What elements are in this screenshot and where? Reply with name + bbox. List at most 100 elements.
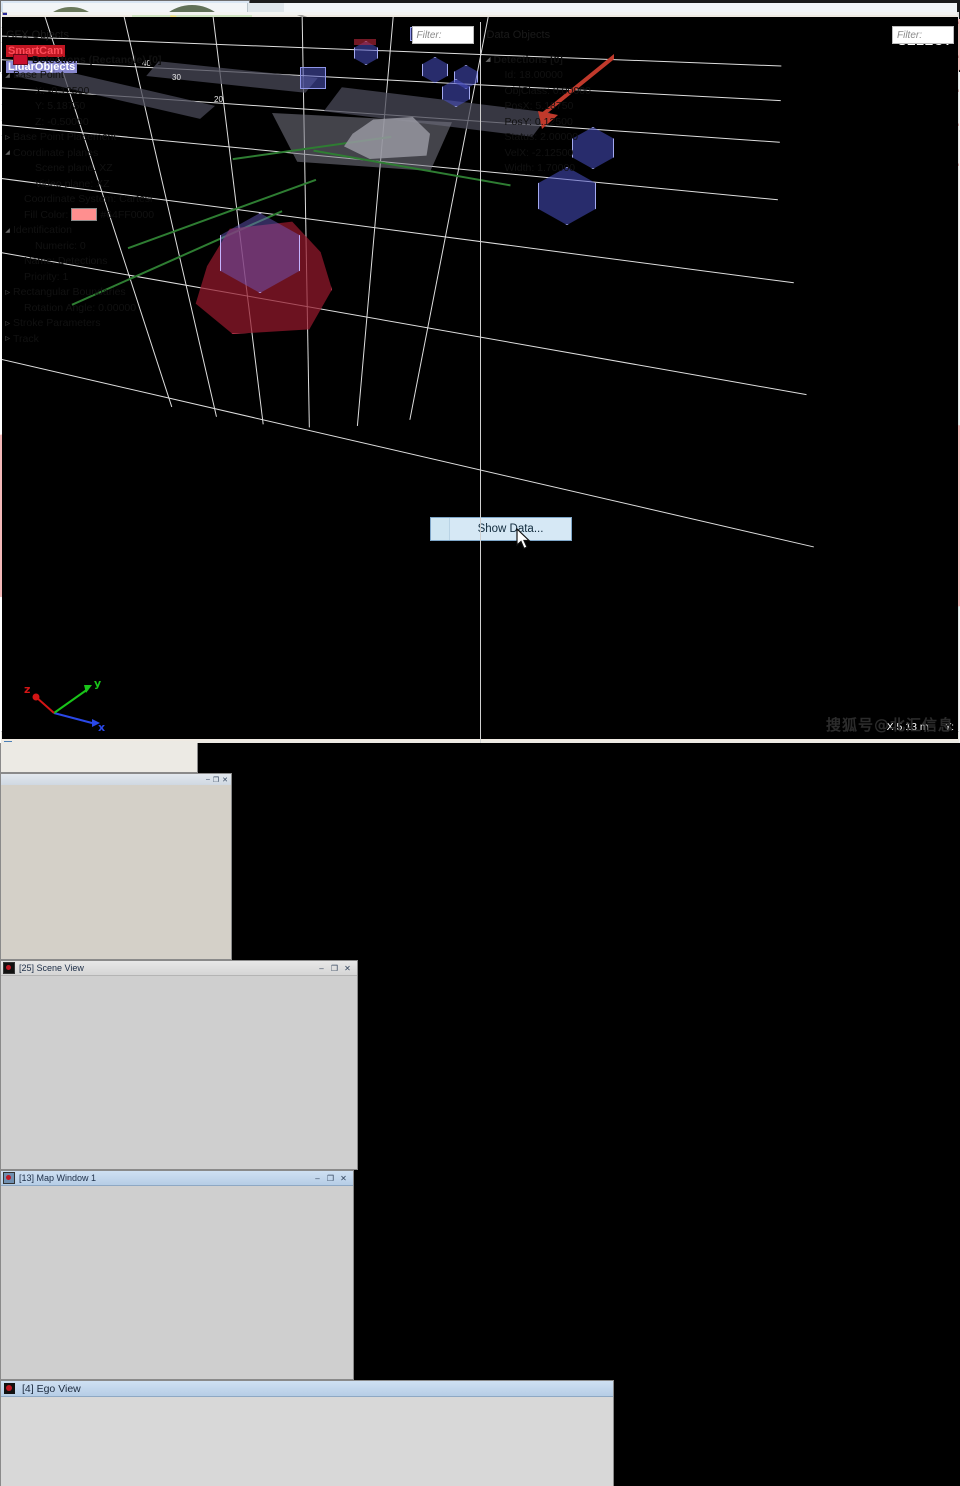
chevron-down-icon[interactable]: ◢: [2, 227, 13, 234]
property-row[interactable]: X: -0.12500: [0, 83, 480, 99]
property-label: X: -0.12500: [35, 85, 89, 97]
data-objects-column: Data Objects Filter: ◢Detections [0]Id: …: [481, 22, 960, 743]
property-label: Width: 1.70000: [505, 162, 576, 174]
lane-camera-window: – ❐ ✕ ‹: [0, 773, 232, 960]
map-window-buttons: – ❐ ✕: [312, 1173, 351, 1184]
chevron-right-icon[interactable]: ▷: [2, 289, 13, 296]
property-row[interactable]: ▷Track: [0, 331, 480, 347]
chevron-right-icon[interactable]: ▷: [2, 134, 13, 141]
property-label: Z: -0.50000: [35, 116, 89, 128]
property-row[interactable]: ObjClass: 0.00000: [481, 83, 960, 99]
chevron-right-icon[interactable]: ▷: [2, 335, 13, 342]
scene-view-window: [25] Scene View – ❐ ✕: [0, 960, 358, 1170]
property-label: Status: 2.00000: [505, 131, 579, 143]
property-row[interactable]: Detections (Rectangle) [0]: [0, 52, 480, 68]
restore-icon[interactable]: ❐: [325, 1173, 336, 1184]
minimize-icon[interactable]: –: [206, 776, 210, 783]
property-row[interactable]: PosX: 5.18750: [481, 99, 960, 115]
gfx-objects-tree: Detections (Rectangle) [0]◢Base PointX: …: [0, 48, 480, 743]
rectangle-icon: [13, 54, 28, 65]
property-row[interactable]: Name: Detections: [0, 254, 480, 270]
property-label: Fill Color:: [24, 209, 68, 221]
property-label: Identification: [13, 224, 72, 236]
property-label: Rotation Angle: 0.00000: [24, 302, 136, 314]
gfx-filter-input[interactable]: Filter:: [412, 26, 474, 44]
watermark-text: 搜狐号@北汇信息: [826, 714, 954, 735]
gfx-objects-label: GFX Objects: [6, 29, 69, 41]
scene-view-title-text: [25] Scene View: [19, 963, 84, 973]
map-window-icon: [3, 1172, 15, 1184]
fill-color-swatch[interactable]: [71, 208, 97, 221]
property-label: Base Point: [13, 69, 64, 81]
property-row[interactable]: ◢Identification: [0, 223, 480, 239]
property-label: Scene plane: XZ: [35, 162, 113, 174]
property-row[interactable]: Y: 5.18750: [0, 99, 480, 115]
restore-icon[interactable]: ❐: [329, 963, 340, 974]
property-label: Coordinate planes: [13, 147, 98, 159]
data-objects-header: Data Objects Filter:: [481, 22, 960, 48]
close-icon[interactable]: ✕: [222, 776, 228, 784]
property-row[interactable]: Z: -0.50000: [0, 114, 480, 130]
chevron-down-icon[interactable]: ◢: [2, 149, 13, 156]
close-icon[interactable]: ✕: [342, 963, 353, 974]
property-label: Stroke Parameters: [13, 317, 101, 329]
gfx-objects-column: GFX Objects Filter: Detections (Rectangl…: [0, 22, 481, 743]
property-label: VelX: -2.12500: [505, 147, 574, 159]
ego-view-icon: [4, 1383, 15, 1394]
fill-color-value: #64FF0000: [100, 209, 154, 221]
property-row[interactable]: ◢Coordinate planes: [0, 145, 480, 161]
property-row[interactable]: Width: 1.70000: [481, 161, 960, 177]
screen-root: [14] ADAS Explorer 2 – ❐ ✕ Group By Wind…: [0, 0, 960, 743]
scene-view-window-buttons: – ❐ ✕: [316, 963, 355, 974]
map-titlebar[interactable]: [13] Map Window 1 – ❐ ✕: [1, 1171, 353, 1186]
property-label: Base Point Placement: [13, 131, 116, 143]
map-title-text: [13] Map Window 1: [19, 1173, 96, 1183]
property-row[interactable]: Rotation Angle: 0.00000: [0, 300, 480, 316]
data-objects-label: Data Objects: [487, 29, 551, 41]
map-window: [13] Map Window 1 – ❐ ✕ uner: [0, 1170, 354, 1380]
scene-view-titlebar[interactable]: [25] Scene View – ❐ ✕: [1, 961, 357, 976]
property-label: ObjClass: 0.00000: [505, 85, 591, 97]
property-row[interactable]: Video plane: XZ: [0, 176, 480, 192]
property-row[interactable]: ▷Rectangular Boundaries: [0, 285, 480, 301]
property-row[interactable]: Coordinate System: Cartesi: [0, 192, 480, 208]
chevron-right-icon[interactable]: ▷: [2, 320, 13, 327]
property-row[interactable]: Id: 18.00000: [481, 68, 960, 84]
scene-view-icon: [3, 962, 15, 974]
property-row[interactable]: Priority: 1: [0, 269, 480, 285]
property-label: PosX: 5.18750: [505, 100, 574, 112]
property-row[interactable]: ▷Stroke Parameters: [0, 316, 480, 332]
minimize-icon[interactable]: –: [316, 963, 327, 974]
data-filter-input[interactable]: Filter:: [892, 26, 954, 44]
restore-icon[interactable]: ❐: [213, 776, 219, 784]
property-label: Detections [0]: [494, 54, 563, 66]
ego-view-title-text: [4] Ego View: [22, 1383, 81, 1395]
property-row[interactable]: ◢Base Point: [0, 68, 480, 84]
property-row[interactable]: ◢Detections [0]: [481, 52, 960, 68]
property-row[interactable]: PosY: 0.12500: [481, 114, 960, 130]
property-row[interactable]: VelX: -2.12500: [481, 145, 960, 161]
properties-columns: GFX Objects Filter: Detections (Rectangl…: [0, 22, 960, 743]
property-label: Detections (Rectangle) [0]: [32, 54, 162, 66]
property-label: Id: 18.00000: [505, 69, 563, 81]
property-label: Name: Detections: [24, 255, 107, 267]
property-label: Video plane: XZ: [35, 178, 110, 190]
close-icon[interactable]: ✕: [338, 1173, 349, 1184]
property-row[interactable]: Numeric: 0: [0, 238, 480, 254]
property-label: Coordinate System: Cartesi: [24, 193, 152, 205]
lane-camera-titlebar[interactable]: – ❐ ✕: [1, 774, 231, 785]
property-label: Numeric: 0: [35, 240, 86, 252]
ego-view-titlebar[interactable]: [4] Ego View: [1, 1381, 613, 1397]
property-label: Track: [13, 333, 39, 345]
minimize-icon[interactable]: –: [312, 1173, 323, 1184]
chevron-down-icon[interactable]: ◢: [2, 72, 13, 79]
property-row[interactable]: Fill Color: #64FF0000: [0, 207, 480, 223]
property-label: Priority: 1: [24, 271, 68, 283]
property-row[interactable]: Scene plane: XZ: [0, 161, 480, 177]
property-row[interactable]: ▷Base Point Placement: [0, 130, 480, 146]
property-label: Y: 5.18750: [35, 100, 85, 112]
chevron-down-icon[interactable]: ◢: [483, 56, 494, 63]
ego-view-window: [4] Ego View: [0, 1380, 614, 1486]
property-label: Rectangular Boundaries: [13, 286, 126, 298]
property-row[interactable]: Status: 2.00000: [481, 130, 960, 146]
